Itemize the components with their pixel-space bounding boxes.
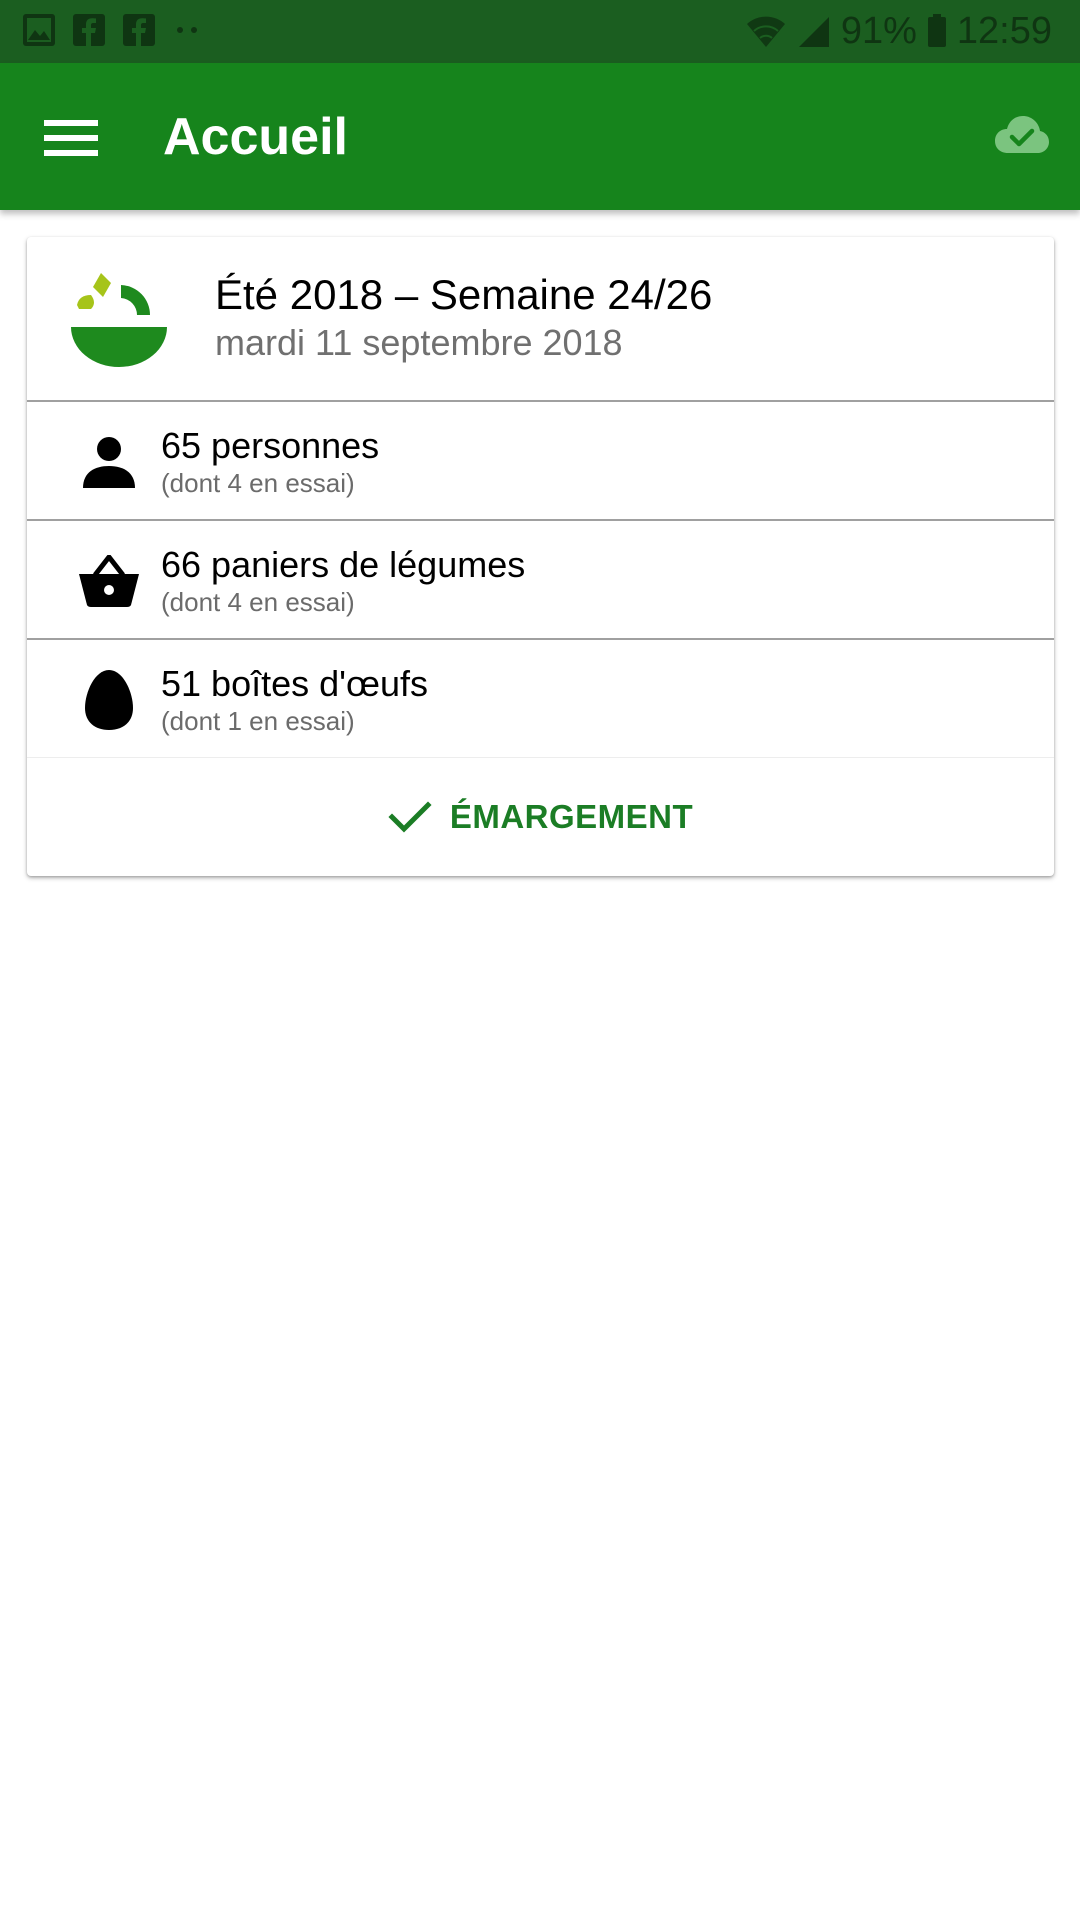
distribution-card: Été 2018 – Semaine 24/26 mardi 11 septem… [27, 237, 1054, 876]
battery-icon [927, 14, 947, 48]
stat-row-eggs[interactable]: 51 boîtes d'œufs (dont 1 en essai) [27, 640, 1054, 759]
hamburger-menu-icon [44, 120, 98, 156]
stat-sub: (dont 4 en essai) [161, 468, 355, 498]
clock: 12:59 [956, 9, 1052, 52]
stat-row-persons[interactable]: 65 personnes (dont 4 en essai) [27, 402, 1054, 521]
stat-sub: (dont 4 en essai) [161, 587, 355, 617]
status-notifications [22, 13, 218, 47]
basket-icon [79, 551, 139, 611]
facebook-icon [122, 13, 156, 47]
card-header: Été 2018 – Semaine 24/26 mardi 11 septem… [27, 237, 1054, 402]
emargement-label: ÉMARGEMENT [449, 798, 694, 835]
wifi-icon [745, 14, 787, 48]
page-title: Accueil [163, 108, 348, 166]
signal-icon [797, 14, 831, 48]
image-icon [22, 13, 56, 47]
menu-button[interactable] [30, 108, 112, 168]
app-bar: Accueil [0, 63, 1080, 210]
emargement-button[interactable]: ÉMARGEMENT [27, 758, 1054, 876]
stat-main: 51 boîtes d'œufs [161, 663, 429, 704]
facebook-icon [72, 13, 106, 47]
stat-main: 66 paniers de légumes [161, 544, 526, 585]
stat-main: 65 personnes [161, 425, 380, 466]
stat-sub: (dont 1 en essai) [161, 706, 355, 736]
egg-icon [79, 670, 139, 730]
status-system: 91% 12:59 [735, 6, 1052, 56]
cloud-done-icon [995, 116, 1049, 153]
distribution-date: mardi 11 septembre 2018 [215, 322, 623, 363]
stat-row-baskets[interactable]: 66 paniers de légumes (dont 4 en essai) [27, 521, 1054, 640]
status-bar: 91% 12:59 [0, 0, 1080, 63]
battery-percent: 91% [840, 9, 917, 52]
check-icon [388, 797, 432, 837]
season-title: Été 2018 – Semaine 24/26 [215, 271, 713, 318]
person-icon [79, 432, 139, 492]
sync-status-button[interactable] [994, 113, 1050, 159]
app-logo [71, 271, 167, 367]
more-dots-icon [172, 13, 202, 47]
